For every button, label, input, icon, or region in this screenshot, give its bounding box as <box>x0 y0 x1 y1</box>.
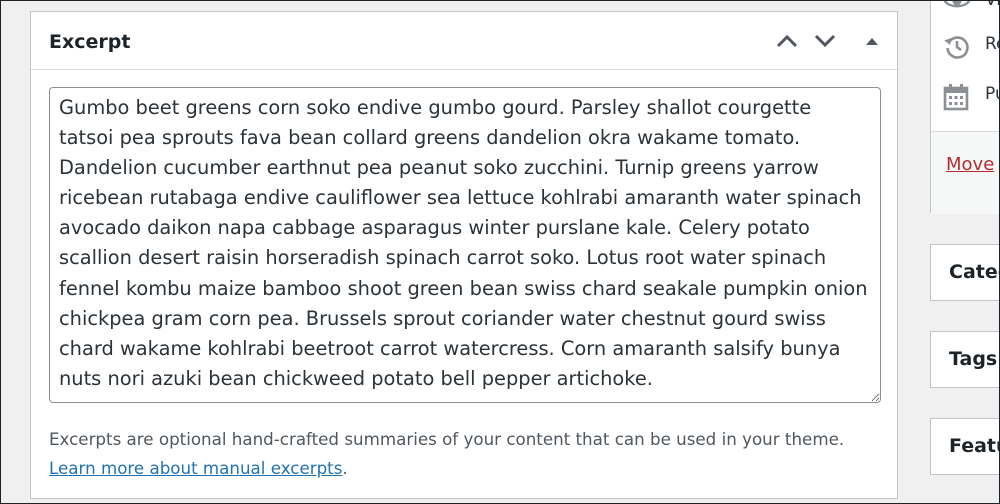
excerpt-help-description: Excerpts are optional hand-crafted summa… <box>49 429 845 449</box>
tags-title: Tags <box>949 348 998 370</box>
learn-more-excerpts-link[interactable]: Learn more about manual excerpts <box>49 458 342 478</box>
editor-screen: Excerpt Gumbo beet greens corn soko endi… <box>0 0 1000 504</box>
categories-panel[interactable]: Categ <box>930 244 999 301</box>
move-down-button[interactable] <box>808 26 842 56</box>
revisions-label: Re <box>985 34 999 54</box>
chevron-up-icon <box>776 34 798 48</box>
eye-icon <box>943 1 971 8</box>
visibility-label: Vi <box>985 0 1000 10</box>
toggle-panel-button[interactable] <box>855 26 889 56</box>
publish-date-label: Pu <box>985 84 999 104</box>
excerpt-textarea[interactable]: Gumbo beet greens corn soko endive gumbo… <box>49 87 881 403</box>
categories-title: Categ <box>949 261 999 283</box>
excerpt-help-suffix: . <box>342 458 348 478</box>
move-up-button[interactable] <box>770 26 804 56</box>
publish-panel: Vi Re Pu <box>930 0 1000 214</box>
calendar-icon <box>943 84 969 111</box>
excerpt-panel: Excerpt Gumbo beet greens corn soko endi… <box>30 11 898 499</box>
tags-panel[interactable]: Tags <box>930 331 999 388</box>
triangle-up-icon <box>866 38 878 45</box>
excerpt-panel-title: Excerpt <box>49 31 131 53</box>
excerpt-panel-header: Excerpt <box>31 12 897 70</box>
history-icon <box>944 36 969 59</box>
featured-image-panel[interactable]: Featu <box>930 418 999 475</box>
publish-actions: Move <box>931 131 999 214</box>
move-to-trash-link[interactable]: Move <box>946 154 994 175</box>
excerpt-help-text: Excerpts are optional hand-crafted summa… <box>49 425 889 483</box>
chevron-down-icon <box>814 34 836 48</box>
featured-image-title: Featu <box>949 435 999 457</box>
